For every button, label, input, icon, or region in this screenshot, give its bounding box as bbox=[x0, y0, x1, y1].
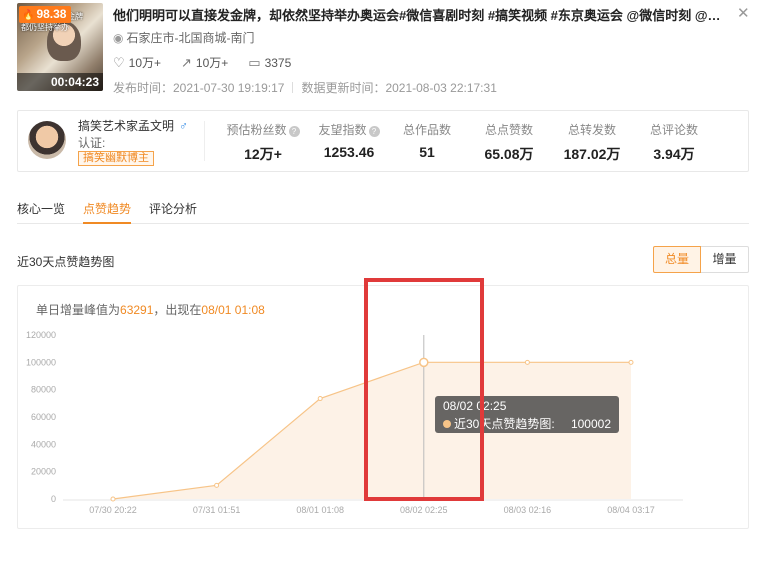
metric-value: 1253.46 bbox=[323, 144, 375, 160]
likes-stat: ♡ 10万+ bbox=[113, 54, 161, 71]
publish-time: 发布时间：2021-07-30 19:19:17 bbox=[113, 81, 285, 95]
author-certification: 认证: bbox=[78, 136, 106, 150]
video-stats: ♡ 10万+ ↗ 10万+ ▭ 3375 bbox=[113, 54, 291, 71]
hot-score-badge: 🔥 98.38 bbox=[19, 6, 72, 23]
male-icon: ♂ bbox=[179, 119, 189, 133]
x-tick-label: 08/01 01:08 bbox=[296, 505, 344, 515]
heart-icon: ♡ bbox=[113, 54, 125, 70]
metric-value: 51 bbox=[419, 144, 435, 160]
toggle-total-button[interactable]: 总量 bbox=[653, 246, 701, 273]
chart-section-title: 近30天点赞趋势图 bbox=[17, 255, 115, 269]
x-tick-label: 07/30 20:22 bbox=[89, 505, 137, 515]
y-tick-label: 40000 bbox=[31, 439, 56, 449]
metric-value: 3.94万 bbox=[653, 146, 695, 162]
comments-stat: ▭ 3375 bbox=[248, 54, 291, 71]
metric-likes: 总点赞数 65.08万 bbox=[464, 121, 554, 164]
x-tick-label: 08/03 02:16 bbox=[504, 505, 552, 515]
data-point bbox=[110, 496, 116, 502]
metric-value: 65.08万 bbox=[484, 146, 534, 162]
y-tick-label: 100000 bbox=[26, 357, 56, 367]
data-point bbox=[628, 359, 634, 365]
comment-icon: ▭ bbox=[248, 54, 261, 70]
likes-count: 10万+ bbox=[128, 56, 162, 70]
y-tick-label: 120000 bbox=[26, 330, 56, 340]
metric-index: 友望指数? 1253.46 bbox=[304, 121, 394, 160]
metric-label: 预估粉丝数 bbox=[226, 123, 287, 137]
share-icon: ↗ bbox=[181, 54, 192, 70]
card-divider bbox=[204, 121, 205, 161]
metric-value: 187.02万 bbox=[563, 146, 621, 162]
tab-overview[interactable]: 核心一览 bbox=[17, 195, 65, 224]
help-icon[interactable]: ? bbox=[288, 126, 300, 137]
data-point bbox=[524, 359, 530, 365]
metric-shares: 总转发数 187.02万 bbox=[547, 121, 637, 164]
data-point bbox=[214, 482, 220, 488]
data-point bbox=[317, 396, 323, 402]
video-thumbnail[interactable]: 金牌 都仍坚持举办 🔥 98.38 00:04:23 bbox=[17, 3, 103, 91]
hot-score-value: 98.38 bbox=[36, 7, 67, 21]
comments-count: 3375 bbox=[264, 55, 292, 70]
video-times: 发布时间：2021-07-30 19:19:17 数据更新时间：2021-08-0… bbox=[113, 79, 497, 96]
close-icon[interactable]: ✕ bbox=[737, 4, 750, 22]
metric-fans: 预估粉丝数? 12万+ bbox=[218, 121, 308, 164]
video-title[interactable]: 他们明明可以直接发金牌，却依然坚持举办奥运会#微信喜剧时刻 #搞笑视频 #东京奥… bbox=[113, 5, 723, 24]
thumbnail-subtitle: 都仍坚持举办 bbox=[21, 23, 69, 32]
time-divider bbox=[292, 82, 294, 93]
author-category-tag: 搞笑幽默博主 bbox=[78, 151, 154, 166]
metric-label: 友望指数 bbox=[318, 123, 367, 137]
highlight-annotation-box bbox=[364, 278, 484, 501]
metric-works: 总作品数 51 bbox=[382, 121, 472, 160]
location-text: 石家庄市-北国商城-南门 bbox=[126, 31, 255, 45]
author-name[interactable]: 搞笑艺术家孟文明 bbox=[78, 119, 174, 133]
toggle-increment-button[interactable]: 增量 bbox=[701, 246, 749, 273]
flame-icon: 🔥 bbox=[22, 10, 35, 21]
y-tick-label: 0 bbox=[51, 494, 56, 504]
location-pin-icon: ◉ bbox=[113, 31, 124, 45]
update-time: 数据更新时间：2021-08-03 22:17:31 bbox=[301, 81, 497, 95]
tooltip-value: 100002 bbox=[570, 416, 611, 431]
metric-comments: 总评论数 3.94万 bbox=[629, 121, 719, 164]
y-tick-label: 80000 bbox=[31, 385, 56, 395]
y-tick-label: 20000 bbox=[31, 467, 56, 477]
shares-stat: ↗ 10万+ bbox=[181, 54, 228, 71]
author-avatar[interactable] bbox=[28, 121, 66, 159]
y-tick-label: 60000 bbox=[31, 412, 56, 422]
metric-label: 总转发数 bbox=[567, 123, 616, 137]
author-name-row[interactable]: 搞笑艺术家孟文明 ♂ bbox=[78, 117, 188, 134]
metric-label: 总评论数 bbox=[649, 123, 698, 137]
metric-value: 12万+ bbox=[244, 146, 282, 162]
author-card: 搞笑艺术家孟文明 ♂ 认证: 搞笑幽默博主 预估粉丝数? 12万+ 友望指数? 1… bbox=[17, 110, 749, 172]
tab-comment-analysis[interactable]: 评论分析 bbox=[149, 195, 197, 224]
tab-like-trend[interactable]: 点赞趋势 bbox=[83, 195, 132, 224]
x-tick-label: 08/02 02:25 bbox=[400, 505, 448, 515]
metric-label: 总点赞数 bbox=[484, 123, 533, 137]
help-icon[interactable]: ? bbox=[368, 126, 380, 137]
metric-label: 总作品数 bbox=[402, 123, 451, 137]
shares-count: 10万+ bbox=[195, 56, 229, 70]
analysis-tabs: 核心一览 点赞趋势 评论分析 bbox=[17, 195, 749, 224]
x-tick-label: 08/04 03:17 bbox=[607, 505, 655, 515]
x-tick-label: 07/31 01:51 bbox=[193, 505, 241, 515]
video-duration: 00:04:23 bbox=[17, 73, 103, 91]
video-location: ◉ 石家庄市-北国商城-南门 bbox=[113, 29, 254, 46]
